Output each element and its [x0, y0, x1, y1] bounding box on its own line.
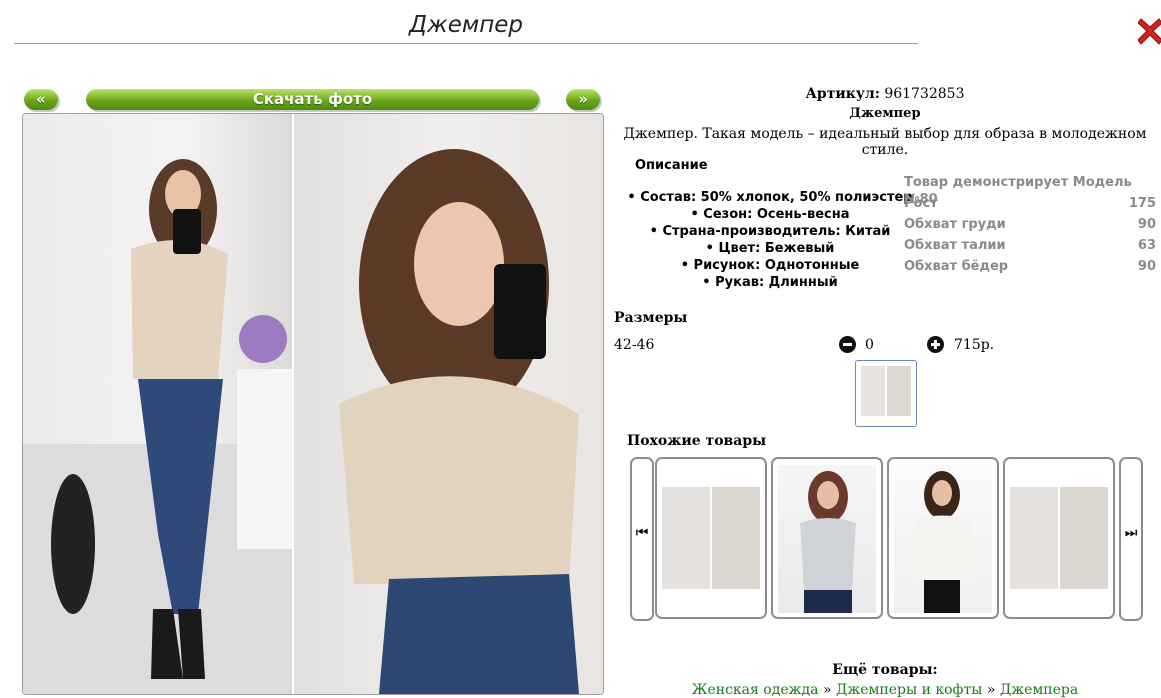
model-row: Обхват груди 90 [904, 216, 1156, 237]
skip-back-icon: ⏮ [635, 525, 649, 541]
similar-product-card[interactable] [655, 457, 767, 619]
product-description: Джемпер. Такая модель – идеальный выбор … [623, 126, 1147, 158]
gallery-next-button[interactable]: » [566, 89, 600, 110]
property-item: Состав: 50% хлопок, 50% полиэстер [620, 189, 920, 206]
similar-next-button[interactable]: ⏭ [1119, 457, 1143, 621]
model-value: 175 [1128, 196, 1156, 211]
property-item: Цвет: Бежевый [620, 240, 920, 257]
similar-product-image [894, 465, 992, 613]
title-divider [14, 43, 918, 44]
article-label: Артикул: [805, 86, 880, 102]
quantity-value: 0 [865, 337, 874, 353]
gallery-prev-button[interactable]: « [24, 89, 58, 110]
model-label: Обхват талии [904, 238, 1006, 253]
similar-product-card[interactable] [1003, 457, 1115, 619]
model-row: Обхват бёдер 90 [904, 258, 1156, 279]
similar-product-image [778, 465, 876, 613]
model-label: Обхват бёдер [904, 259, 1009, 274]
property-item: Сезон: Осень-весна [620, 206, 920, 223]
property-item: Страна-производитель: Китай [620, 223, 920, 240]
model-label: Товар демонстрирует Модель №80 [904, 175, 1132, 207]
model-value: 63 [1137, 238, 1156, 253]
skip-forward-icon: ⏭ [1124, 525, 1138, 541]
thumbnail-image [861, 366, 911, 416]
page-title: Джемпер [409, 12, 523, 38]
model-measurements: Товар демонстрирует Модель №80 Рост 175 … [904, 174, 1156, 279]
model-value: 90 [1137, 217, 1156, 232]
size-price: 715р. [954, 337, 995, 353]
description-title: Описание [635, 158, 708, 173]
similar-product-image [1010, 487, 1108, 589]
download-photo-button[interactable]: Скачать фото [86, 89, 539, 110]
model-value: 90 [1137, 259, 1156, 274]
product-photo[interactable] [22, 113, 604, 695]
product-photo-close-up [294, 114, 603, 694]
property-list: Состав: 50% хлопок, 50% полиэстер Сезон:… [620, 189, 920, 291]
property-item: Рукав: Длинный [620, 274, 920, 291]
model-label: Обхват груди [904, 217, 1006, 232]
model-row: Рост 175 [904, 195, 1156, 216]
size-label: 42-46 [614, 337, 655, 353]
article-value: 961732853 [884, 86, 965, 102]
more-products-title: Ещё товары: [832, 662, 938, 678]
similar-products-title: Похожие товары [627, 433, 767, 449]
similar-product-card[interactable] [771, 457, 883, 619]
similar-product-image [662, 487, 760, 589]
plus-circle-icon[interactable] [927, 336, 944, 353]
similar-product-card[interactable] [887, 457, 999, 619]
close-icon[interactable] [1137, 14, 1161, 46]
similar-prev-button[interactable]: ⏮ [630, 457, 654, 621]
product-photo-full-body [23, 114, 292, 694]
model-row: Товар демонстрирует Модель №80 [904, 174, 1156, 207]
model-row: Обхват талии 63 [904, 237, 1156, 258]
minus-circle-icon[interactable] [839, 336, 856, 353]
model-label: Рост [904, 196, 938, 211]
photo-thumbnail[interactable] [855, 360, 917, 427]
sizes-title: Размеры [614, 310, 688, 326]
product-name: Джемпер [849, 106, 921, 121]
property-item: Рисунок: Однотонные [620, 257, 920, 274]
article-line: Артикул: 961732853 [612, 86, 1158, 102]
